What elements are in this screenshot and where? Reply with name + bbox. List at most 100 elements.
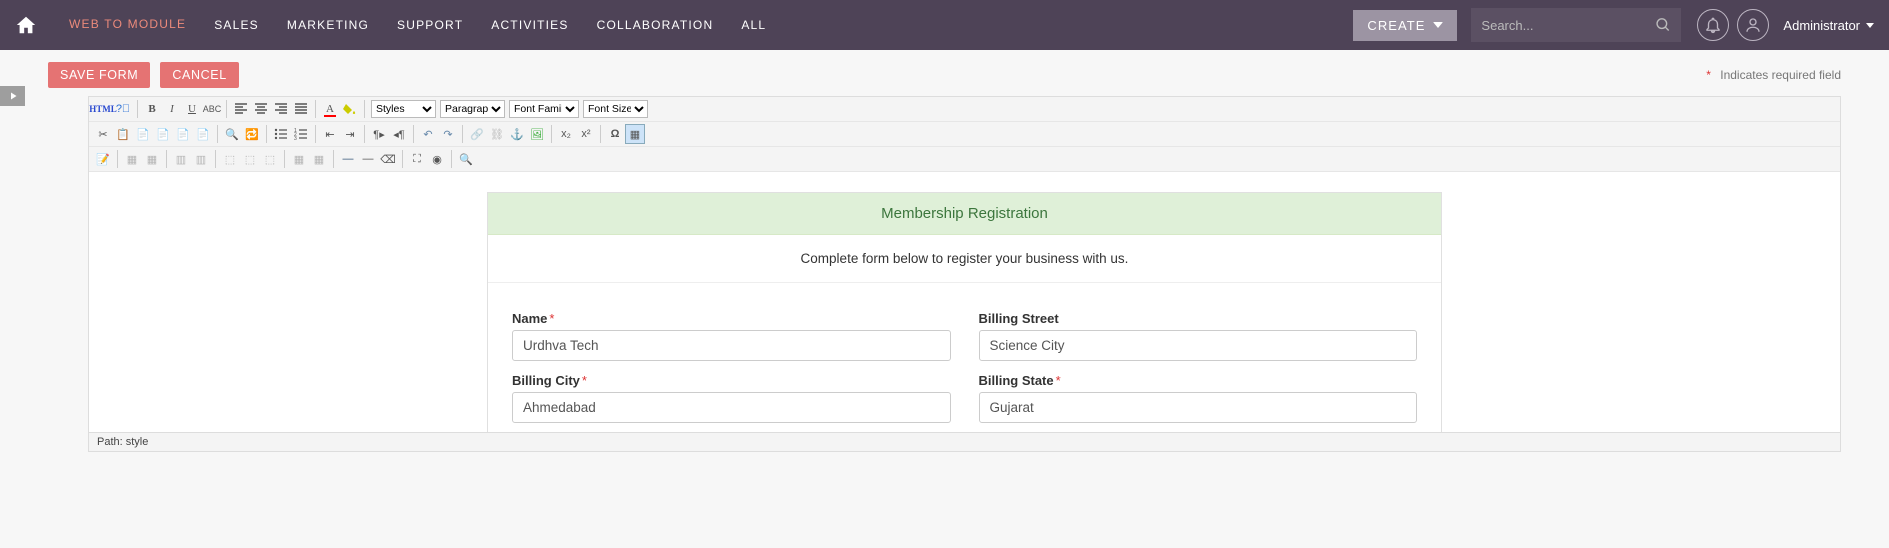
billing-city-input[interactable] [512,392,951,423]
user-icon[interactable] [1737,9,1769,41]
form-title: Membership Registration [488,193,1441,235]
fullscreen-button[interactable]: ⛶ [407,149,427,169]
cancel-button[interactable]: CANCEL [160,62,238,88]
merge-button[interactable]: ▦ [289,149,309,169]
paste-word-button[interactable]: 📄 [173,124,193,144]
paragraph-select[interactable]: Paragraph [440,100,505,118]
search-input[interactable] [1481,18,1655,33]
user-name: Administrator [1783,18,1860,33]
align-right-button[interactable] [271,99,291,119]
create-button[interactable]: CREATE [1353,10,1457,41]
col-after-button[interactable]: ▥ [191,149,211,169]
billing-street-label: Billing Street [979,311,1418,326]
nav-item-collaboration[interactable]: COLLABORATION [583,0,728,50]
name-input[interactable] [512,330,951,361]
svg-text:3: 3 [294,136,297,141]
outdent-button[interactable]: ⇤ [320,124,340,144]
remove-format-button[interactable]: — [358,149,378,169]
delete-col-button[interactable]: ⬚ [240,149,260,169]
nav-item-all[interactable]: ALL [727,0,780,50]
paste-text-button[interactable]: 📄 [153,124,173,144]
cut-button[interactable]: ✂ [93,124,113,144]
paste-button[interactable]: 📄 [133,124,153,144]
col-before-button[interactable]: ▥ [171,149,191,169]
indent-button[interactable]: ⇥ [340,124,360,144]
action-bar: SAVE FORM CANCEL * Indicates required fi… [0,50,1889,96]
form-subtitle: Complete form below to register your bus… [488,235,1441,283]
text-color-button[interactable]: A [320,99,340,119]
row-before-button[interactable]: ▦ [122,149,142,169]
nav-item-support[interactable]: SUPPORT [383,0,477,50]
nav-item-activities[interactable]: ACTIVITIES [477,0,582,50]
align-left-button[interactable] [231,99,251,119]
underline-button[interactable]: U [182,99,202,119]
delete-row-button[interactable]: ⬚ [220,149,240,169]
align-justify-button[interactable] [291,99,311,119]
toolbar-row-2: ✂ 📋 📄 📄 📄 📄 🔍 🔁 123 ⇤ ⇥ ¶▸ ◂¶ ↶ ↷ 🔗 ⛓ ⚓ … [89,122,1840,147]
path-bar: Path: style [89,432,1840,451]
nav-item-web-to-module[interactable]: WEB TO MODULE [55,0,200,47]
print-button[interactable]: 🔍 [456,149,476,169]
toolbar-row-1: HTML ?⃝ B I U ABC A Styles Paragraph Fon… [89,97,1840,122]
save-button[interactable]: SAVE FORM [48,62,150,88]
nav-items: WEB TO MODULESALESMARKETINGSUPPORTACTIVI… [55,0,780,50]
editor-canvas[interactable]: Membership Registration Complete form be… [89,172,1840,432]
anchor-button[interactable]: ⚓ [507,124,527,144]
rtl-button[interactable]: ◂¶ [389,124,409,144]
help-icon[interactable]: ?⃝ [113,99,133,119]
toolbar-row-3: 📝 ▦ ▦ ▥ ▥ ⬚ ⬚ ⬚ ▦ ▦ — — ⌫ ⛶ ◉ 🔍 [89,147,1840,172]
search-box[interactable] [1471,8,1681,42]
user-menu[interactable]: Administrator [1783,18,1874,33]
subscript-button[interactable]: x₂ [556,124,576,144]
edit-button[interactable]: 📝 [93,149,113,169]
top-nav: WEB TO MODULESALESMARKETINGSUPPORTACTIVI… [0,0,1889,50]
ltr-button[interactable]: ¶▸ [369,124,389,144]
preview-button[interactable]: ◉ [427,149,447,169]
superscript-button[interactable]: x² [576,124,596,144]
search-icon[interactable] [1655,16,1671,34]
link-button[interactable]: 🔗 [467,124,487,144]
nav-item-sales[interactable]: SALES [200,0,273,50]
row-after-button[interactable]: ▦ [142,149,162,169]
bg-color-button[interactable] [340,99,360,119]
special-char-button[interactable]: Ω [605,124,625,144]
split-cell-button[interactable]: ⬚ [260,149,280,169]
billing-street-input[interactable] [979,330,1418,361]
unlink-button[interactable]: ⛓ [487,124,507,144]
font-size-select[interactable]: Font Size [583,100,648,118]
strikethrough-button[interactable]: ABC [202,99,222,119]
find-button[interactable]: 🔍 [222,124,242,144]
number-list-button[interactable]: 123 [291,124,311,144]
dropdown-icon [1433,22,1443,28]
home-icon[interactable] [15,14,37,36]
editor-frame: HTML ?⃝ B I U ABC A Styles Paragraph Fon… [88,96,1841,452]
nav-item-marketing[interactable]: MARKETING [273,0,383,50]
italic-button[interactable]: I [162,99,182,119]
required-text: Indicates required field [1720,68,1841,82]
caret-down-icon [1866,23,1874,28]
styles-select[interactable]: Styles [371,100,436,118]
html-source-button[interactable]: HTML [93,99,113,119]
split-button[interactable]: ▦ [309,149,329,169]
eraser-button[interactable]: ⌫ [378,149,398,169]
billing-state-label: Billing State* [979,373,1418,388]
notifications-icon[interactable] [1697,9,1729,41]
paste-special-button[interactable]: 📄 [193,124,213,144]
table-button[interactable]: ▦ [625,124,645,144]
billing-city-label: Billing City* [512,373,951,388]
redo-button[interactable]: ↷ [438,124,458,144]
bold-button[interactable]: B [142,99,162,119]
hr-button[interactable]: — [338,149,358,169]
undo-button[interactable]: ↶ [418,124,438,144]
replace-button[interactable]: 🔁 [242,124,262,144]
side-expand-tab[interactable] [0,86,25,106]
billing-state-input[interactable] [979,392,1418,423]
align-center-button[interactable] [251,99,271,119]
bullet-list-button[interactable] [271,124,291,144]
font-family-select[interactable]: Font Family [509,100,579,118]
required-star-icon: * [1706,68,1711,82]
copy-button[interactable]: 📋 [113,124,133,144]
name-label: Name* [512,311,951,326]
image-button[interactable]: 🖼 [527,124,547,144]
create-label: CREATE [1367,18,1425,33]
